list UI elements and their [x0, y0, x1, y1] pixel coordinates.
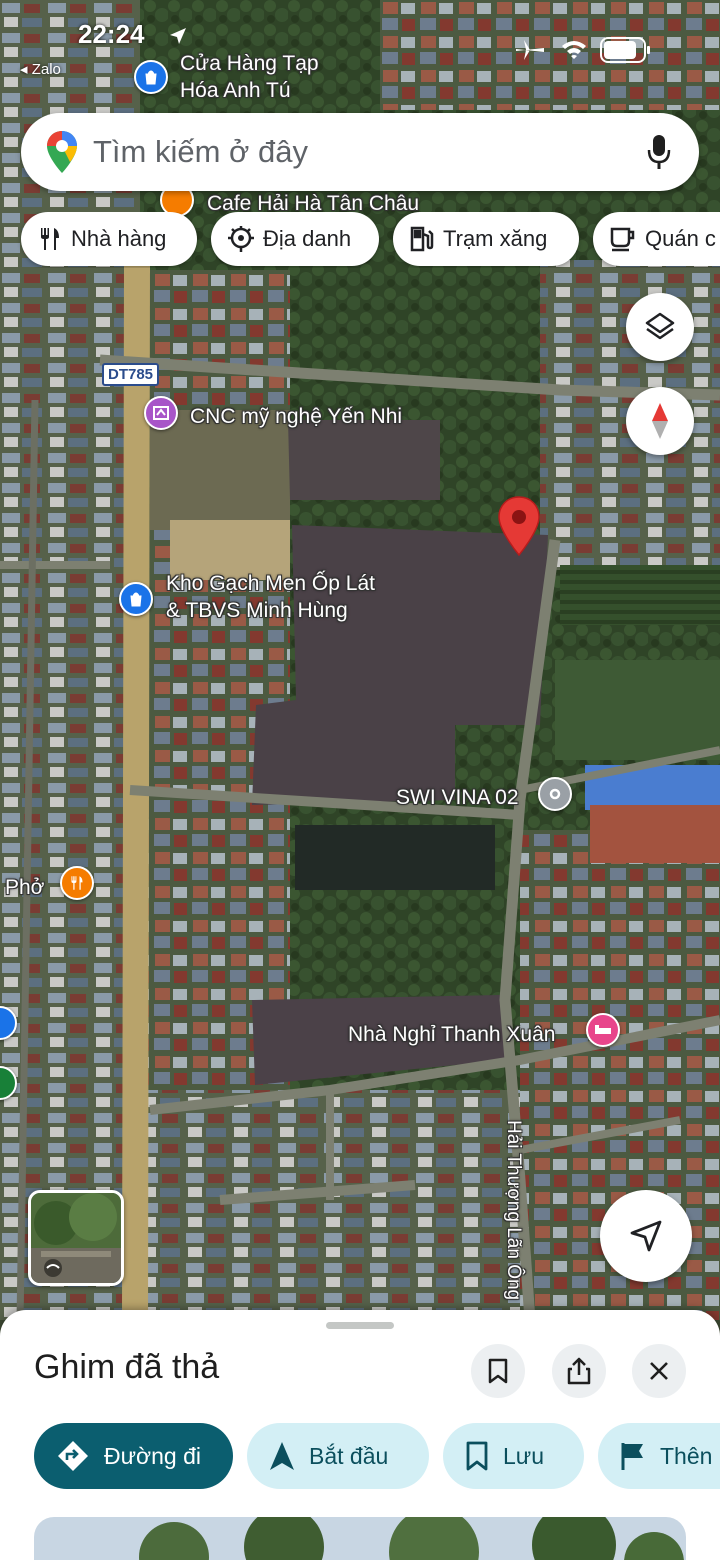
road-shield-dt785: DT785 [102, 363, 160, 386]
bookmark-icon [488, 1358, 508, 1384]
location-arrow-icon [170, 28, 186, 44]
save-action-button[interactable]: Lưu [443, 1423, 584, 1489]
poi-label-anh-tu[interactable]: Cửa Hàng Tạp Hóa Anh Tú [180, 50, 319, 104]
category-chips: Nhà hàng Địa danh Trạm xăng Quán c [0, 212, 720, 268]
layers-icon [645, 312, 675, 340]
poi-label-cnc[interactable]: CNC mỹ nghệ Yến Nhi [190, 403, 402, 430]
shop-poi-icon[interactable] [119, 582, 153, 616]
search-bar[interactable]: Tìm kiếm ở đây [21, 113, 699, 191]
place-photo-image [34, 1517, 686, 1560]
search-input[interactable]: Tìm kiếm ở đây [93, 134, 308, 170]
chip-gas-stations[interactable]: Trạm xăng [393, 212, 579, 266]
close-icon [650, 1362, 668, 1380]
restaurant-poi-icon[interactable] [60, 866, 94, 900]
wifi-icon [562, 41, 586, 59]
share-button[interactable] [552, 1344, 606, 1398]
poi-label-nha-nghi[interactable]: Nhà Nghỉ Thanh Xuân [348, 1021, 555, 1048]
navigation-arrow-icon [630, 1220, 662, 1252]
directions-button[interactable]: Đường đi [34, 1423, 233, 1489]
back-to-app[interactable]: ◂ Zalo [20, 60, 61, 78]
street-label: Hải Thượng Lãn Ông [503, 1120, 524, 1301]
flag-icon [621, 1443, 643, 1470]
start-button[interactable]: Bắt đầu [247, 1423, 429, 1489]
lodging-poi-icon[interactable] [586, 1013, 620, 1047]
compass-button[interactable] [626, 387, 694, 455]
microphone-icon[interactable] [647, 134, 671, 170]
compass-icon [652, 403, 668, 439]
street-view-thumbnail[interactable] [28, 1190, 124, 1286]
status-time: 22:24 [78, 19, 145, 49]
place-photo[interactable] [34, 1517, 686, 1560]
business-poi-icon[interactable] [538, 777, 572, 811]
bookmark-icon [466, 1441, 488, 1471]
drag-handle[interactable] [326, 1322, 394, 1329]
google-maps-logo-icon [47, 131, 77, 173]
navigation-arrow-icon [270, 1442, 294, 1470]
poi-label-minh-hung[interactable]: Kho Gạch Men Ốp Lát & TBVS Minh Hùng [166, 570, 375, 624]
dropped-pin-icon[interactable] [497, 495, 541, 557]
more-button[interactable]: Thên [598, 1423, 720, 1489]
bottom-sheet: Ghim đã thả Đường đi Bắt đầu Lưu Thên [0, 1310, 720, 1560]
street-view-image [31, 1193, 121, 1283]
chip-coffee[interactable]: Quán c [593, 212, 720, 266]
chip-restaurants[interactable]: Nhà hàng [21, 212, 197, 266]
coffee-icon [610, 227, 635, 252]
battery-icon [600, 37, 650, 63]
share-icon [567, 1357, 591, 1385]
close-button[interactable] [632, 1344, 686, 1398]
place-title: Ghim đã thả [34, 1348, 220, 1386]
poi-label-pho[interactable]: Phở [5, 874, 44, 901]
directions-icon [58, 1441, 88, 1471]
layers-button[interactable] [626, 293, 694, 361]
poi-label-swi-vina[interactable]: SWI VINA 02 [396, 784, 519, 811]
map-view[interactable]: 22:24 ◂ Zalo Cửa Hàng Tạp Hóa Anh Tú Caf… [0, 0, 720, 1320]
place-poi-icon[interactable] [144, 396, 178, 430]
shop-poi-icon[interactable] [134, 60, 168, 94]
chip-landmarks[interactable]: Địa danh [211, 212, 379, 266]
airplane-mode-icon [516, 40, 544, 60]
fork-knife-icon [41, 228, 59, 250]
gas-station-icon [410, 226, 434, 252]
landmark-icon [228, 226, 254, 252]
save-button[interactable] [471, 1344, 525, 1398]
my-location-button[interactable] [600, 1190, 692, 1282]
